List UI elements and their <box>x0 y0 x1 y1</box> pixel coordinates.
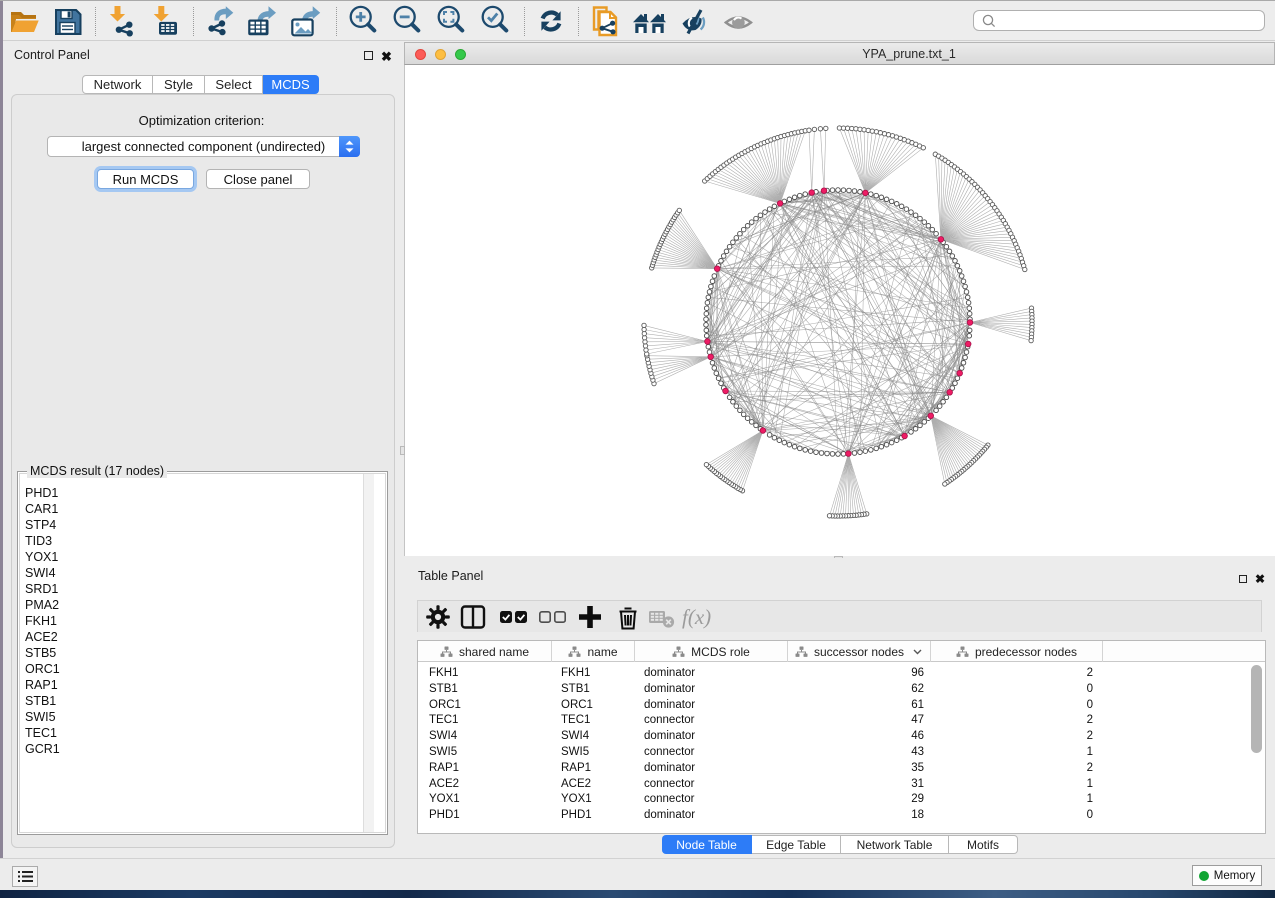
svg-text:f(x): f(x) <box>682 605 711 629</box>
